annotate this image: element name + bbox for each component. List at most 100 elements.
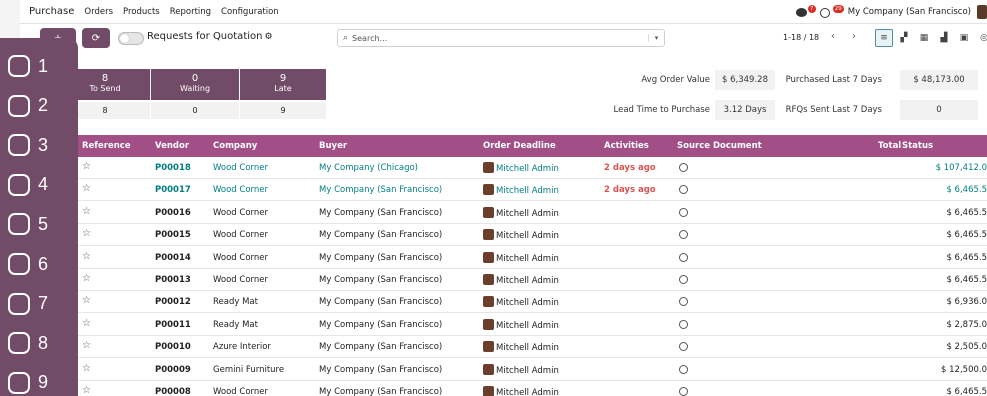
checkbox-icon[interactable]: [8, 55, 30, 77]
table-row[interactable]: ☆ P00008 Wood Corner My Company (San Franci…: [20, 381, 987, 396]
clock-icon[interactable]: [679, 387, 688, 396]
cell-order-deadline: Mitchell Admin: [483, 206, 559, 219]
checkbox-icon[interactable]: [8, 94, 30, 117]
cell-activity[interactable]: 2 days ago: [604, 163, 656, 173]
clock-icon[interactable]: [679, 252, 688, 263]
star-icon[interactable]: ☆: [82, 273, 91, 284]
menu-configuration[interactable]: Configuration: [221, 7, 279, 17]
col-status[interactable]: Status: [902, 141, 933, 151]
checklist-item[interactable]: 5: [8, 211, 48, 237]
checkbox-icon[interactable]: [8, 332, 30, 355]
table-row[interactable]: ☆ P00012 Ready Mat My Company (San Francisc…: [20, 291, 987, 314]
app-name[interactable]: Purchase: [29, 6, 74, 17]
table-row[interactable]: ☆ P00011 Ready Mat My Company (San Francisc…: [20, 314, 987, 336]
cell-user-name: Mitchell Admin: [496, 186, 559, 197]
star-icon[interactable]: ☆: [82, 251, 91, 262]
checklist-item[interactable]: 7: [8, 291, 48, 317]
table-row[interactable]: ☆ P00016 Wood Corner My Company (San Franci…: [20, 202, 987, 224]
search-options-chevron-icon[interactable]: ▾: [648, 34, 664, 42]
col-order-deadline[interactable]: Order Deadline: [483, 141, 556, 151]
star-icon[interactable]: ☆: [82, 295, 91, 306]
activity-clock-icon[interactable]: 29: [819, 5, 844, 19]
company-switcher[interactable]: My Company (San Francisco): [848, 7, 971, 17]
user-avatar[interactable]: [977, 5, 987, 19]
clock-icon[interactable]: [679, 342, 688, 352]
checklist-item[interactable]: 9: [8, 370, 48, 396]
checkbox-icon[interactable]: [8, 213, 30, 236]
kanban-view-icon[interactable]: ▞: [895, 29, 913, 47]
clock-icon[interactable]: [679, 207, 688, 218]
clock-icon[interactable]: [679, 297, 688, 307]
star-icon[interactable]: ☆: [82, 183, 91, 194]
cell-buyer: My Company (San Francisco): [319, 275, 443, 285]
chat-icon[interactable]: 7: [795, 5, 816, 19]
activity-view-icon[interactable]: ▣: [955, 29, 973, 47]
table-row[interactable]: ☆ P00015 Wood Corner My Company (San Franci…: [20, 224, 987, 247]
col-vendor[interactable]: Vendor: [155, 141, 189, 151]
cell-reference: P00015: [155, 230, 191, 241]
table-row[interactable]: ☆ P00009 Gemini Furniture My Company (San F…: [20, 359, 987, 381]
clock-icon[interactable]: [679, 185, 688, 195]
star-icon[interactable]: ☆: [82, 340, 91, 351]
star-icon[interactable]: ☆: [82, 363, 91, 374]
checklist-item[interactable]: 4: [8, 172, 48, 198]
table-row[interactable]: ☆ P00013 Wood Corner My Company (San Franci…: [20, 269, 987, 291]
star-icon[interactable]: ☆: [82, 318, 91, 329]
table-row[interactable]: ☆ P00018 Wood Corner My Company (Chicago) Mi…: [20, 157, 987, 179]
star-icon[interactable]: ☆: [82, 161, 91, 172]
pivot-view-icon[interactable]: ◎: [975, 29, 987, 47]
checkbox-icon[interactable]: [8, 134, 30, 157]
clock-icon[interactable]: [679, 163, 688, 173]
col-buyer[interactable]: Buyer: [319, 141, 347, 151]
pager-value[interactable]: 1-18 / 18: [783, 33, 819, 42]
clock-icon[interactable]: [679, 319, 688, 330]
view-toggle[interactable]: [118, 32, 144, 45]
calendar-view-icon[interactable]: ▦: [915, 29, 933, 47]
cell-activity[interactable]: 2 days ago: [604, 185, 656, 195]
clock-icon[interactable]: [679, 364, 688, 375]
col-source-document[interactable]: Source Document: [677, 141, 762, 151]
checklist-item[interactable]: 1: [8, 53, 48, 79]
refresh-button[interactable]: ⟳: [82, 28, 110, 48]
clock-icon[interactable]: [679, 275, 688, 285]
col-reference[interactable]: Reference: [82, 141, 131, 151]
clock-icon[interactable]: [679, 230, 688, 240]
graph-view-icon[interactable]: ▟: [935, 29, 953, 47]
checkbox-icon[interactable]: [8, 371, 30, 394]
menu-reporting[interactable]: Reporting: [170, 7, 211, 17]
list-view-icon[interactable]: ≡: [875, 29, 893, 47]
numbered-checklist-panel: 1 2 3 4 5 6 7 8 9: [0, 38, 78, 396]
col-total[interactable]: Total: [878, 141, 901, 151]
star-icon[interactable]: ☆: [82, 385, 91, 396]
star-icon[interactable]: ☆: [82, 228, 91, 239]
search-bar[interactable]: ⌕ Search... ▾: [337, 29, 665, 47]
table-row[interactable]: ☆ P00010 Azure Interior My Company (San Fra…: [20, 336, 987, 359]
menu-orders[interactable]: Orders: [84, 7, 113, 17]
tile-sub-late[interactable]: 9: [240, 102, 326, 119]
cell-company: Wood Corner: [213, 275, 268, 285]
checklist-item[interactable]: 3: [8, 132, 48, 158]
table-row[interactable]: ☆ P00017 Wood Corner My Company (San Franci…: [20, 179, 987, 202]
cell-reference: P00012: [155, 297, 191, 308]
checkbox-icon[interactable]: [8, 173, 30, 196]
search-input[interactable]: Search...: [352, 34, 387, 43]
checklist-item[interactable]: 6: [8, 251, 48, 277]
checkbox-icon[interactable]: [8, 292, 30, 315]
checklist-item[interactable]: 2: [8, 93, 48, 119]
table-row[interactable]: ☆ P00014 Wood Corner My Company (San Franci…: [20, 247, 987, 269]
star-icon[interactable]: ☆: [82, 206, 91, 217]
gear-icon[interactable]: ⚙: [264, 32, 272, 42]
tile-waiting[interactable]: 0 Waiting: [151, 69, 239, 100]
avatar: [483, 162, 494, 173]
tile-late[interactable]: 9 Late: [240, 69, 326, 100]
menu-products[interactable]: Products: [123, 7, 160, 17]
pager-prev-icon[interactable]: ‹: [831, 31, 835, 42]
checklist-item[interactable]: 8: [8, 330, 48, 356]
tile-sub-waiting[interactable]: 0: [151, 102, 239, 119]
col-activities[interactable]: Activities: [604, 141, 649, 151]
cell-company: Ready Mat: [213, 319, 258, 330]
purchase-dashboard: 8 To Send 0 Waiting 9 Late 8 0 9 Avg Ord…: [20, 69, 987, 121]
col-company[interactable]: Company: [213, 141, 257, 151]
pager-next-icon[interactable]: ›: [852, 31, 856, 42]
checkbox-icon[interactable]: [8, 253, 30, 275]
